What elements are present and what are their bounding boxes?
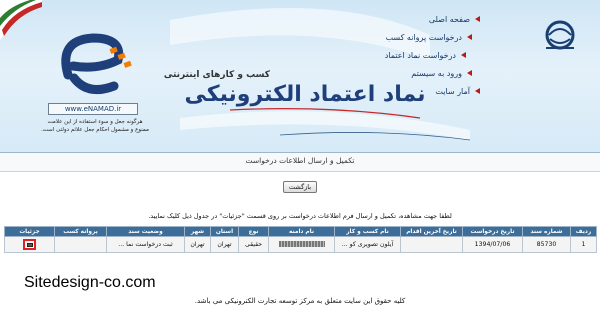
nav-label: ورود به سیستم xyxy=(411,68,462,78)
instruction-text: لطفا جهت مشاهده، تکمیل و ارسال فرم اطلاع… xyxy=(148,212,452,220)
table-row: 1 85730 1394/07/06 آیلون تصویری کو ... ح… xyxy=(4,236,597,253)
nav-label: درخواست نماد اعتماد xyxy=(384,50,456,60)
table-header-row: ردیف شماره سند تاریخ درخواست تاریخ آخرین… xyxy=(4,226,597,237)
arrow-icon xyxy=(467,70,472,76)
redacted-domain xyxy=(278,241,325,247)
cell-status: ثبت درخواست نما ... xyxy=(106,236,185,253)
col-header: تاریخ درخواست xyxy=(462,226,523,237)
col-header: شماره سند xyxy=(522,226,571,237)
back-button[interactable]: بازگشت xyxy=(283,181,317,193)
details-icon xyxy=(26,242,33,247)
nav-home[interactable]: صفحه اصلی xyxy=(370,10,480,28)
cell-city: تهران xyxy=(184,236,211,253)
col-header: نام دامنه xyxy=(268,226,335,237)
col-header: تاریخ آخرین اقدام xyxy=(400,226,463,237)
nav-login[interactable]: ورود به سیستم xyxy=(370,64,472,82)
logo-url: www.eNAMAD.ir xyxy=(48,103,138,115)
arrow-icon xyxy=(475,88,480,94)
cell-type: حقیقی xyxy=(238,236,269,253)
col-header: ردیف xyxy=(570,226,597,237)
col-header: نوع xyxy=(238,226,269,237)
cell-request-date: 1394/07/06 xyxy=(462,236,523,253)
cell-row-number: 1 xyxy=(570,236,597,253)
nav-label: صفحه اصلی xyxy=(428,14,470,24)
col-header: نام کسب و کار xyxy=(334,226,401,237)
cell-province: تهران xyxy=(210,236,239,253)
col-header: استان xyxy=(210,226,239,237)
cell-last-action-date xyxy=(400,236,463,253)
section-title: تکمیل و ارسال اطلاعات درخواست xyxy=(245,156,355,165)
cell-details xyxy=(4,236,55,253)
col-header: پروانه کسب xyxy=(54,226,107,237)
requests-table: ردیف شماره سند تاریخ درخواست تاریخ آخرین… xyxy=(4,226,597,253)
cell-domain xyxy=(268,236,335,253)
site-title: نماد اعتماد الکترونیکی xyxy=(184,82,426,107)
col-header: جزئیات xyxy=(4,226,55,237)
logo-disclaimer: هرگونه جعل و سوء استفاده از این علامت مم… xyxy=(40,119,149,133)
footer-copyright: کلیه حقوق این سایت متعلق به مرکز توسعه ت… xyxy=(194,297,406,305)
nav-license-request[interactable]: درخواست پروانه کسب xyxy=(370,28,472,46)
enamad-logo-icon xyxy=(61,33,132,95)
arrow-icon xyxy=(475,16,480,22)
site-subtitle: کسب و کارهای اینترنتی xyxy=(163,70,270,80)
nav-enamad-request[interactable]: درخواست نماد اعتماد xyxy=(370,46,466,64)
watermark-text: Sitedesign-co.com xyxy=(24,274,156,291)
arrow-icon xyxy=(467,34,472,40)
col-header: شهر xyxy=(184,226,211,237)
nav-label: درخواست پروانه کسب xyxy=(385,32,462,42)
cell-doc-number: 85730 xyxy=(522,236,571,253)
details-button[interactable] xyxy=(23,239,36,250)
arrow-icon xyxy=(461,52,466,58)
iran-flag-icon xyxy=(0,0,42,40)
government-emblem-icon xyxy=(545,20,575,50)
header-banner: صفحه اصلی درخواست پروانه کسب درخواست نما… xyxy=(0,0,600,152)
cell-business-name: آیلون تصویری کو ... xyxy=(334,236,401,253)
col-header: وضعیت سند xyxy=(106,226,185,237)
cell-license xyxy=(54,236,107,253)
